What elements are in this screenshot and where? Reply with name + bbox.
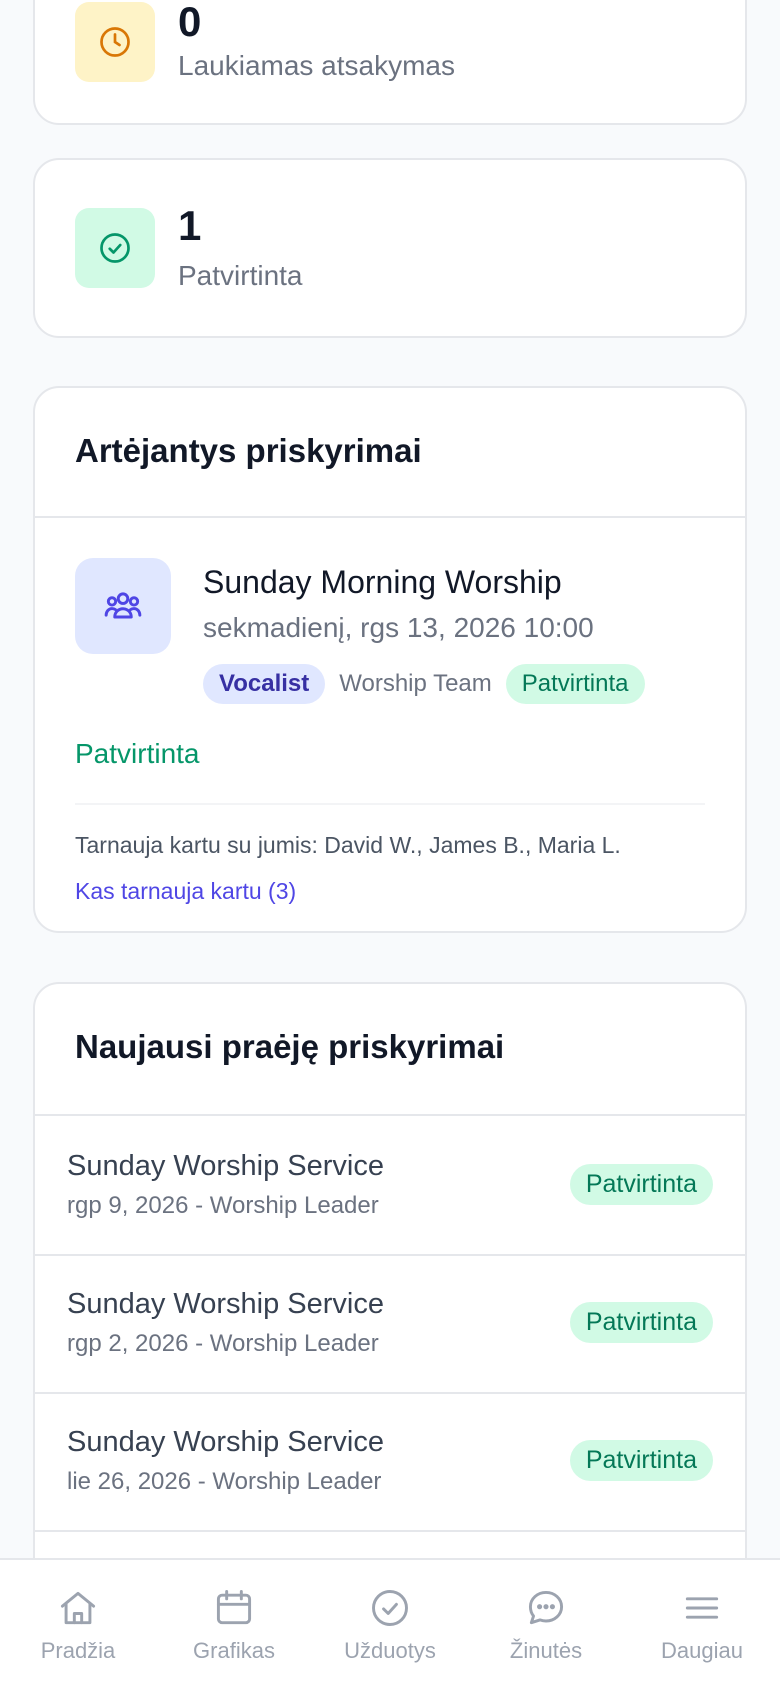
main-content[interactable]: 0 Laukiamas atsakymas 1 Patvirtinta Artė… [0,0,780,1558]
calendar-icon [216,1590,252,1625]
row-subtitle: rgp 2, 2026 - Worship Leader [67,1330,379,1357]
nav-tasks[interactable]: Užduotys [312,1560,468,1688]
status-badge: Patvirtinta [569,1440,713,1481]
event-title: Sunday Morning Worship [203,564,562,600]
row-subtitle: rgp 9, 2026 - Worship Leader [67,1192,379,1219]
nav-label: Užduotys [344,1638,436,1663]
serving-with-text: Tarnauja kartu su jumis: David W., James… [75,832,621,858]
divider [75,803,705,805]
clock-icon [100,27,130,57]
status-badge: Patvirtinta [569,1302,713,1343]
status-text: Patvirtinta [75,738,200,769]
status-badge: Patvirtinta [569,1164,713,1205]
chat-icon [528,1590,564,1625]
nav-label: Pradžia [40,1638,116,1663]
bottom-nav: Pradžia Grafikas Užduotys Žinutės Daugia… [0,1558,780,1688]
nav-home[interactable]: Pradžia [0,1560,156,1688]
past-assignments-card: Naujausi praėję priskyrimai Sunday Worsh… [33,982,747,1558]
nav-label: Grafikas [193,1638,275,1663]
users-icon [104,592,142,619]
nav-messages[interactable]: Žinutės [468,1560,624,1688]
stat-label: Patvirtinta [178,260,303,291]
home-icon [60,1591,96,1625]
upcoming-title: Artėjantys priskyrimai [75,432,422,469]
check-circle-icon [372,1590,408,1626]
row-title: Sunday Worship Service [67,1426,385,1458]
event-datetime: sekmadienį, rgs 13, 2026 10:00 [203,612,594,643]
check-circle-icon [100,233,130,263]
menu-icon [685,1597,719,1619]
stat-number: 0 [178,0,202,45]
stat-label: Laukiamas atsakymas [178,50,456,81]
row-title: Sunday Worship Service [67,1150,385,1182]
past-title: Naujausi praėję priskyrimai [75,1028,505,1065]
stat-card-pending[interactable]: 0 Laukiamas atsakymas [33,0,747,125]
list-item[interactable]: Sunday Worship Service lie 26, 2026 - Wo… [35,1392,745,1532]
stat-card-confirmed[interactable]: 1 Patvirtinta [33,158,747,338]
team-label: Worship Team [339,670,492,697]
team-icon-badge [75,558,171,654]
status-badge: Patvirtinta [505,664,645,704]
row-subtitle: lie 26, 2026 - Worship Leader [67,1468,382,1495]
badge-row: Vocalist Worship Team Patvirtinta [203,664,645,704]
nav-label: Žinutės [509,1638,583,1663]
clock-icon-badge [75,2,155,82]
list-item[interactable]: Sunday Worship Service rgp 2, 2026 - Wor… [35,1254,745,1394]
check-icon-badge [75,208,155,288]
stat-number: 1 [178,202,202,249]
assignment-item[interactable]: Sunday Morning Worship sekmadienį, rgs 1… [35,518,745,931]
row-title: Sunday Worship Service [67,1288,385,1320]
list-item[interactable]: Sunday Worship Service rgp 9, 2026 - Wor… [35,1116,745,1256]
nav-more[interactable]: Daugiau [624,1560,780,1688]
upcoming-assignments-card: Artėjantys priskyrimai Sunday Morning Wo… [33,386,747,933]
past-list: Sunday Worship Service rgp 9, 2026 - Wor… [35,1116,745,1558]
serving-with-link[interactable]: Kas tarnauja kartu (3) [75,878,296,905]
role-badge: Vocalist [203,664,326,704]
nav-label: Daugiau [661,1638,743,1663]
nav-schedule[interactable]: Grafikas [156,1560,312,1688]
